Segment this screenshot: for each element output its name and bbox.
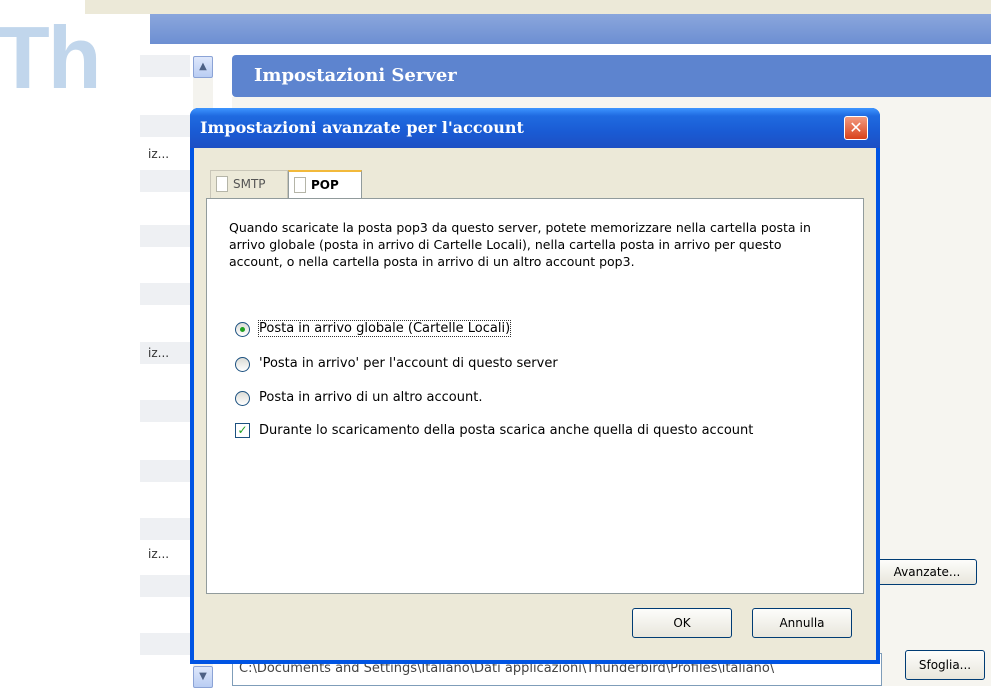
- scroll-down-button[interactable]: ▼: [193, 666, 213, 688]
- advanced-settings-dialog: Impostazioni avanzate per l'account ✕ SM…: [190, 108, 880, 664]
- ok-button[interactable]: OK: [632, 608, 732, 638]
- tab-label: SMTP: [233, 177, 266, 191]
- tab-smtp[interactable]: SMTP: [210, 170, 288, 198]
- server-settings-title: Impostazioni Server: [232, 55, 991, 97]
- cancel-button[interactable]: Annulla: [752, 608, 852, 638]
- list-item-truncated[interactable]: iz...: [148, 147, 169, 161]
- dialog-client-area: SMTP POP Quando scaricate la posta pop3 …: [194, 148, 876, 660]
- list-row: [140, 518, 190, 540]
- list-item-truncated[interactable]: iz...: [148, 547, 169, 561]
- browse-button[interactable]: Sfoglia...: [905, 650, 985, 680]
- list-item-truncated[interactable]: iz...: [148, 346, 169, 360]
- advanced-button[interactable]: Avanzate...: [877, 559, 977, 585]
- list-row: [140, 170, 190, 192]
- page-icon: [216, 176, 228, 192]
- pop-description: Quando scaricate la posta pop3 da questo…: [229, 220, 811, 269]
- close-icon[interactable]: ✕: [844, 116, 868, 140]
- scroll-up-button[interactable]: ▲: [193, 56, 213, 78]
- option-label: 'Posta in arrivo' per l'account di quest…: [259, 356, 558, 371]
- list-row: [140, 225, 190, 247]
- radio-button-selected[interactable]: [235, 322, 250, 337]
- list-row: [140, 460, 190, 482]
- option-label: Posta in arrivo di un altro account.: [259, 390, 483, 405]
- option-label: Durante lo scaricamento della posta scar…: [259, 423, 754, 438]
- top-window-strip: [85, 0, 991, 14]
- list-row: [140, 575, 190, 597]
- option-label: Posta in arrivo globale (Cartelle Locali…: [257, 320, 512, 337]
- radio-button[interactable]: [235, 391, 250, 406]
- background-titlebar: [150, 14, 991, 44]
- tab-pop[interactable]: POP: [288, 170, 362, 199]
- list-row: [140, 633, 190, 655]
- page-icon: [294, 177, 306, 193]
- dialog-title: Impostazioni avanzate per l'account: [200, 118, 524, 137]
- radio-button[interactable]: [235, 357, 250, 372]
- checkbox-checked[interactable]: ✓: [235, 423, 250, 438]
- list-row: [140, 55, 190, 77]
- watermark-text: Th: [0, 8, 102, 107]
- pop-tab-panel: Quando scaricate la posta pop3 da questo…: [206, 198, 864, 594]
- list-row: [140, 283, 190, 305]
- list-row: [140, 115, 190, 137]
- dialog-titlebar[interactable]: Impostazioni avanzate per l'account ✕: [190, 108, 880, 148]
- tab-label: POP: [311, 178, 339, 192]
- list-row: [140, 400, 190, 422]
